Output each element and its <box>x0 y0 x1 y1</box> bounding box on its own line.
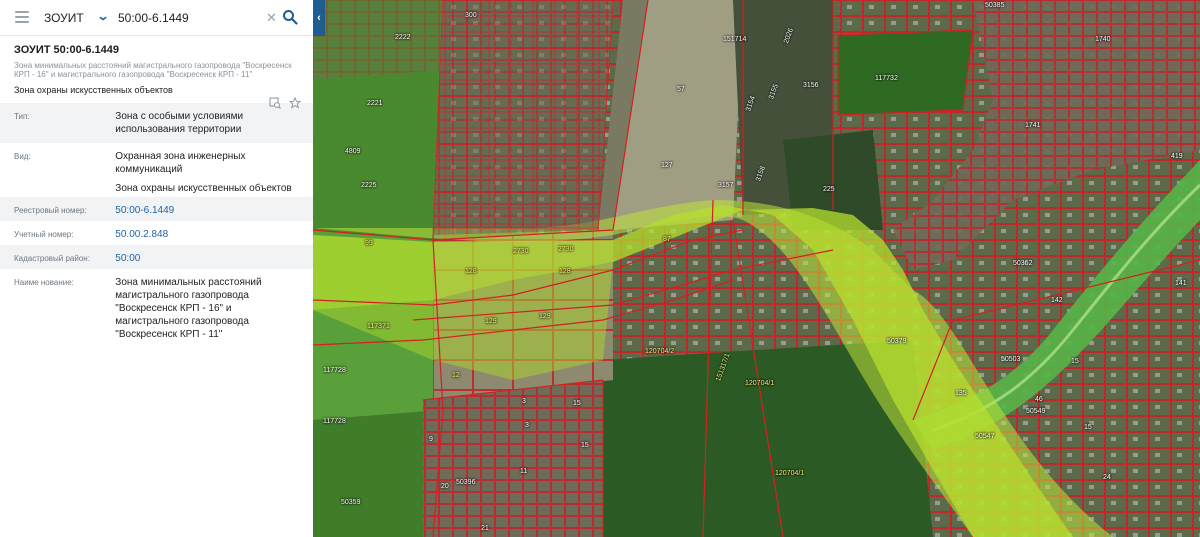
attr-type-key: Тип: <box>14 112 30 121</box>
attr-registry-link[interactable]: 50:00-6.1449 <box>115 197 299 221</box>
chevron-left-icon: ‹ <box>317 12 321 24</box>
map-label-142: 142 <box>1051 297 1063 304</box>
attr-account-key: Учетный номер: <box>14 230 74 239</box>
collapse-panel-button[interactable]: ‹ <box>313 0 325 36</box>
map-label-120704-1-b: 120704/1 <box>775 470 805 477</box>
map-label-3-b: 3 <box>525 422 529 429</box>
map-label-135: 135 <box>955 390 967 397</box>
map-label-3157: 3157 <box>718 182 734 189</box>
attr-kind-key: Вид: <box>14 152 31 161</box>
search-icon[interactable] <box>282 9 298 25</box>
map-label-117728-b: 117728 <box>323 418 346 425</box>
attr-type: Тип: Зона с особыми условиями использова… <box>0 103 313 143</box>
map-label-4809: 4809 <box>345 148 361 155</box>
object-title: ЗОУИТ 50:00-6.1449 <box>14 44 119 56</box>
attr-cadastral-link[interactable]: 50:00 <box>115 245 299 269</box>
star-icon[interactable] <box>289 97 301 109</box>
map-label-50359: 50359 <box>341 499 361 506</box>
map-label-24: 24 <box>1103 474 1111 481</box>
map-label-12: 12 <box>452 372 460 379</box>
search-bar: ЗОУИТ ⌄ ✕ <box>0 0 313 36</box>
attr-type-value: Зона с особыми условиями использования т… <box>115 111 244 135</box>
map-label-15-a: 15 <box>573 400 581 407</box>
info-panel: ЗОУИТ ⌄ ✕ ЗОУИТ 50:00-6.1449 Зона минима… <box>0 0 313 537</box>
attr-account-link[interactable]: 50.00.2.848 <box>115 221 299 245</box>
map-label-120704-2: 120704/2 <box>645 348 675 355</box>
map-label-117732: 117732 <box>875 75 898 82</box>
map-label-50385: 50385 <box>985 2 1005 9</box>
layer-select[interactable]: ЗОУИТ <box>44 11 84 25</box>
map-label-15-d: 15 <box>1084 424 1092 431</box>
search-input[interactable] <box>118 8 263 28</box>
map-label-300: 300 <box>465 12 477 19</box>
map-label-1741: 1741 <box>1025 122 1041 129</box>
attr-kind-value-2: Зона охраны искусственных объектов <box>115 183 292 194</box>
map-label-87: 87 <box>663 236 671 243</box>
map-label-50503: 50503 <box>1001 356 1021 363</box>
zoom-to-object-icon[interactable] <box>269 97 281 109</box>
map-label-50379: 50379 <box>887 338 907 345</box>
map-label-120704-1-a: 120704/1 <box>745 380 775 387</box>
object-category: Зона охраны искусственных объектов <box>14 85 173 95</box>
map-canvas[interactable] <box>313 0 1200 537</box>
attr-registry: Реестровый номер: 50:00-6.1449 <box>0 197 313 221</box>
attr-name-value: Зона минимальных расстояний магистрально… <box>115 277 262 340</box>
map-label-127: 127 <box>661 162 673 169</box>
map-label-129-a: 129 <box>485 318 497 325</box>
map-label-21: 21 <box>481 525 489 532</box>
map-label-129-b: 129 <box>539 313 551 320</box>
map-label-419: 419 <box>1171 153 1183 160</box>
chevron-down-icon[interactable]: ⌄ <box>96 9 109 23</box>
map-view[interactable]: 300 2222 151714 2026 117732 3156 2221 57… <box>313 0 1200 537</box>
map-label-128-b: 128 <box>559 268 571 275</box>
map-label-1740: 1740 <box>1095 36 1111 43</box>
menu-icon[interactable] <box>15 11 29 23</box>
map-label-20: 20 <box>441 483 449 490</box>
attr-registry-key: Реестровый номер: <box>14 206 87 215</box>
map-label-50549: 50549 <box>1026 408 1046 415</box>
object-header: ЗОУИТ 50:00-6.1449 Зона минимальных расс… <box>0 36 313 95</box>
map-label-9: 9 <box>429 436 433 443</box>
attr-kind-value-1: Охранная зона инженерных коммуникаций <box>115 151 246 175</box>
map-label-3156: 3156 <box>803 82 819 89</box>
map-label-2730-b: 2730 <box>558 246 574 253</box>
map-label-50547: 50547 <box>975 433 995 440</box>
map-label-50396: 50396 <box>456 479 476 486</box>
object-subtitle: Зона минимальных расстояний магистрально… <box>14 61 292 79</box>
map-label-141: 141 <box>1175 280 1187 287</box>
map-label-46: 46 <box>1035 396 1043 403</box>
map-label-15-c: 15 <box>1071 358 1079 365</box>
attr-kind: Вид: Охранная зона инженерных коммуникац… <box>0 143 313 197</box>
map-label-117371: 117371 <box>367 323 390 330</box>
close-icon[interactable]: ✕ <box>266 10 277 26</box>
object-tools <box>269 97 301 109</box>
map-label-225: 225 <box>823 186 835 193</box>
map-label-128-a: 128 <box>465 268 477 275</box>
attr-name-key: Наиме нование: <box>14 278 74 287</box>
map-label-2221: 2221 <box>367 100 383 107</box>
map-label-2222: 2222 <box>395 34 411 41</box>
settlement-north-west <box>313 0 443 80</box>
map-label-15-b: 15 <box>581 442 589 449</box>
attr-name: Наиме нование: Зона минимальных расстоян… <box>0 269 313 340</box>
map-label-2730-a: 2730 <box>513 248 529 255</box>
map-label-151714: 151714 <box>723 36 747 43</box>
map-label-117728-a: 117728 <box>323 367 346 374</box>
map-label-2225: 2225 <box>361 182 377 189</box>
attr-kind-value: Охранная зона инженерных коммуникаций Зо… <box>115 143 299 197</box>
map-label-3-a: 3 <box>522 398 526 405</box>
green-parcel-117732 <box>838 30 973 115</box>
attr-account: Учетный номер: 50.00.2.848 <box>0 221 313 245</box>
settlement-north <box>433 0 613 235</box>
map-label-50362: 50362 <box>1013 260 1033 267</box>
attr-cadastral: Кадастровый район: 50:00 <box>0 245 313 269</box>
attr-cadastral-key: Кадастровый район: <box>14 254 90 263</box>
map-label-57: 57 <box>677 86 685 93</box>
map-label-11: 11 <box>520 468 528 475</box>
map-label-99: 99 <box>365 240 373 247</box>
